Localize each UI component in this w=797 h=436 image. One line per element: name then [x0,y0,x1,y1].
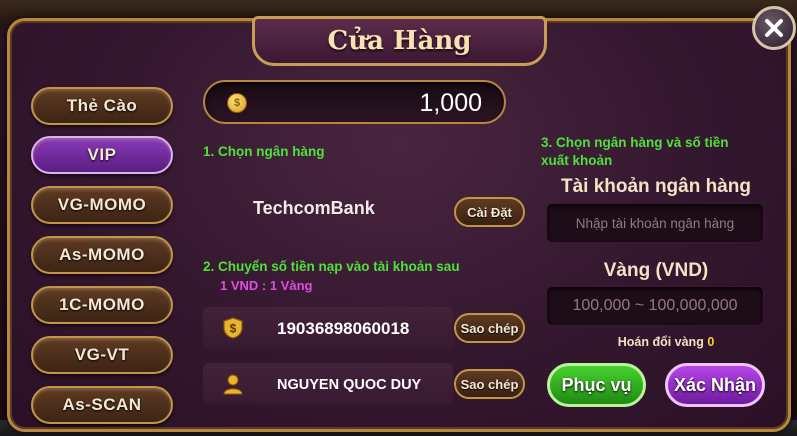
step3-label-line1: 3. Chọn ngân hàng và số tiền [541,135,729,150]
copy-button-label: Sao chép [460,376,519,392]
sidebar-item-the-cao[interactable]: Thẻ Cào [31,87,173,125]
close-icon [765,19,783,37]
sidebar-item-vg-momo[interactable]: VG-MOMO [31,186,173,224]
service-button[interactable]: Phục vụ [547,363,646,407]
svg-text:$: $ [230,322,237,336]
sidebar-item-1c-momo[interactable]: 1C-MOMO [31,286,173,324]
bank-account-title: Tài khoản ngân hàng [560,176,751,197]
sidebar-item-label: As-SCAN [62,395,142,414]
gold-amount-field[interactable]: 100,000 ~ 100,000,000 [546,286,764,326]
exchange-info: Hoán đổi vàng 0 [586,335,746,349]
user-icon [223,374,243,395]
service-button-label: Phục vụ [561,374,632,395]
shield-dollar-icon: $ [223,317,243,339]
copy-account-name-button[interactable]: Sao chép [454,369,525,399]
install-button-label: Cài Đặt [467,204,512,220]
bank-account-placeholder: Nhập tài khoản ngân hàng [575,215,735,231]
sidebar-item-label: VIP [87,145,117,164]
dialog-title: Cửa Hàng [327,26,472,56]
exchange-label: Hoán đổi vàng [617,335,704,349]
sidebar-item-label: As-MOMO [59,245,145,264]
sidebar-item-as-scan[interactable]: As-SCAN [31,386,173,424]
gold-amount-title: Vàng (VND) [603,260,709,281]
step2-label: 2. Chuyển số tiền nạp vào tài khoản sau [203,259,460,274]
copy-account-number-button[interactable]: Sao chép [454,313,525,343]
gold-amount-placeholder: 100,000 ~ 100,000,000 [572,297,738,314]
close-button[interactable] [752,6,796,50]
sidebar-item-label: VG-VT [74,345,130,364]
shop-screen: Cửa Hàng Thẻ Cào VIP VG-MOMO As-MOMO 1C-… [0,0,797,436]
exchange-rate: 1 VND : 1 Vàng [220,278,313,293]
confirm-button[interactable]: Xác Nhận [665,363,765,407]
coin-icon: $ [227,93,247,113]
copy-button-label: Sao chép [460,320,519,336]
account-name: NGUYEN QUOC DUY [277,377,422,393]
sidebar-item-label: Thẻ Cào [66,96,138,115]
sidebar-item-label: VG-MOMO [57,195,147,214]
sidebar-item-label: 1C-MOMO [59,295,145,314]
step1-label: 1. Chọn ngân hàng [203,144,325,159]
balance-value: 1,000 [419,89,482,117]
account-number: 19036898060018 [277,319,410,338]
step3-label-line2: xuất khoản [541,153,613,168]
bank-name: TechcomBank [253,198,375,218]
bank-account-field[interactable]: Nhập tài khoản ngân hàng [546,203,764,243]
confirm-button-label: Xác Nhận [673,374,757,395]
exchange-value: 0 [707,335,715,349]
sidebar-item-vg-vt[interactable]: VG-VT [31,336,173,374]
dialog-title-plate: Cửa Hàng [252,16,547,66]
install-button[interactable]: Cài Đặt [454,197,525,227]
sidebar-item-vip[interactable]: VIP [31,136,173,174]
sidebar-item-as-momo[interactable]: As-MOMO [31,236,173,274]
